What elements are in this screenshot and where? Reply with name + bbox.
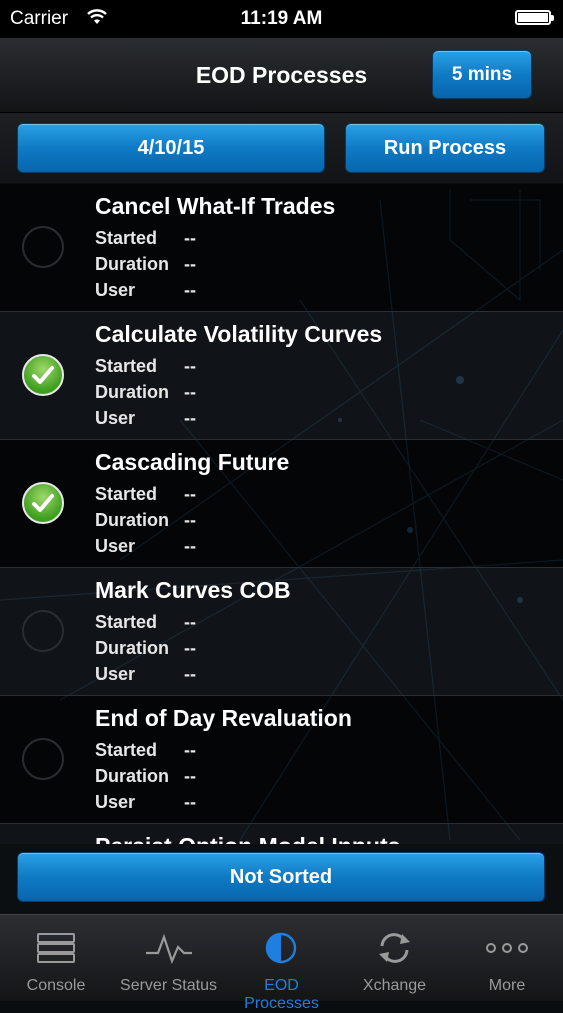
user-label: User <box>95 664 136 684</box>
refresh-interval-button[interactable]: 5 mins <box>432 50 532 99</box>
tab-label: EOD Processes <box>244 977 319 1012</box>
process-name: End of Day Revaluation <box>95 705 352 731</box>
process-row[interactable]: Mark Curves COB Started -- Duration -- User -- <box>0 568 563 696</box>
sort-button[interactable]: Not Sorted <box>17 852 545 902</box>
process-row[interactable]: Cascading Future Started -- Duration -- User -… <box>0 440 563 568</box>
process-list[interactable]: Cancel What-If Trades Started -- Duration --… <box>0 184 563 844</box>
run-process-button[interactable]: Run Process <box>345 123 545 173</box>
started-label: Started <box>95 484 158 504</box>
process-row[interactable]: Calculate Volatility Curves Started -- Dura… <box>0 312 563 440</box>
server-icon <box>37 933 75 963</box>
completed-check-icon[interactable] <box>22 354 64 396</box>
pending-circle-icon[interactable] <box>22 738 64 780</box>
process-row[interactable]: End of Day Revaluation Started -- Duration -… <box>0 696 563 824</box>
completed-check-icon[interactable] <box>22 482 64 524</box>
process-name: Calculate Volatility Curves <box>95 321 383 347</box>
clock: 11:19 AM <box>240 8 323 29</box>
duration-label: Duration <box>95 766 169 786</box>
tab-label: More <box>488 977 526 994</box>
duration-label: Duration <box>95 638 169 658</box>
started-value: -- <box>184 612 196 632</box>
navigation-bar: EOD Processes 5 mins <box>0 38 563 113</box>
process-name: Cancel What-If Trades <box>95 193 336 219</box>
status-bar: Carrier 11:19 AM <box>0 0 563 38</box>
tab-label: Server Status <box>120 977 217 994</box>
duration-value: -- <box>184 510 196 530</box>
pending-circle-icon[interactable] <box>22 610 64 652</box>
duration-value: -- <box>184 382 196 402</box>
tab-bar: Console Server Status EOD Processes Xcha… <box>0 914 563 1012</box>
user-label: User <box>95 536 136 556</box>
started-label: Started <box>95 740 158 760</box>
started-value: -- <box>184 740 196 760</box>
tab-more[interactable]: More <box>451 915 563 1001</box>
duration-value: -- <box>184 254 196 274</box>
started-value: -- <box>184 356 196 376</box>
duration-value: -- <box>184 638 196 658</box>
more-icon <box>486 943 528 953</box>
battery-icon <box>515 10 554 25</box>
started-value: -- <box>184 484 196 504</box>
user-value: -- <box>184 536 196 556</box>
started-label: Started <box>95 612 158 632</box>
tab-xchange[interactable]: Xchange <box>338 915 451 1001</box>
started-label: Started <box>95 356 158 376</box>
user-value: -- <box>184 792 196 812</box>
process-row[interactable]: Persist Option Model InputsStarted--Dura… <box>0 824 563 844</box>
tab-server-status[interactable]: Server Status <box>112 915 225 1001</box>
process-name: Mark Curves COB <box>95 577 291 603</box>
tab-eod-processes[interactable]: EOD Processes <box>225 915 338 1012</box>
half-circle-icon <box>265 932 297 964</box>
pulse-icon <box>146 933 192 965</box>
process-name: Cascading Future <box>95 449 290 475</box>
user-label: User <box>95 408 136 428</box>
sort-bar: Not Sorted <box>0 844 563 914</box>
user-value: -- <box>184 664 196 684</box>
user-label: User <box>95 280 136 300</box>
started-value: -- <box>184 228 196 248</box>
tab-label: Xchange <box>362 977 427 994</box>
user-label: User <box>95 792 136 812</box>
process-row[interactable]: Cancel What-If Trades Started -- Duration --… <box>0 184 563 312</box>
duration-label: Duration <box>95 254 169 274</box>
tab-console[interactable]: Console <box>0 915 112 1001</box>
user-value: -- <box>184 280 196 300</box>
user-value: -- <box>184 408 196 428</box>
tab-label: Console <box>26 977 86 994</box>
started-label: Started <box>95 228 158 248</box>
process-name: Persist Option Model Inputs <box>95 833 400 844</box>
sync-icon <box>379 933 410 963</box>
duration-value: -- <box>184 766 196 786</box>
duration-label: Duration <box>95 510 169 530</box>
action-toolbar: 4/10/15 Run Process <box>0 113 563 183</box>
date-picker-button[interactable]: 4/10/15 <box>17 123 325 173</box>
pending-circle-icon[interactable] <box>22 226 64 268</box>
duration-label: Duration <box>95 382 169 402</box>
